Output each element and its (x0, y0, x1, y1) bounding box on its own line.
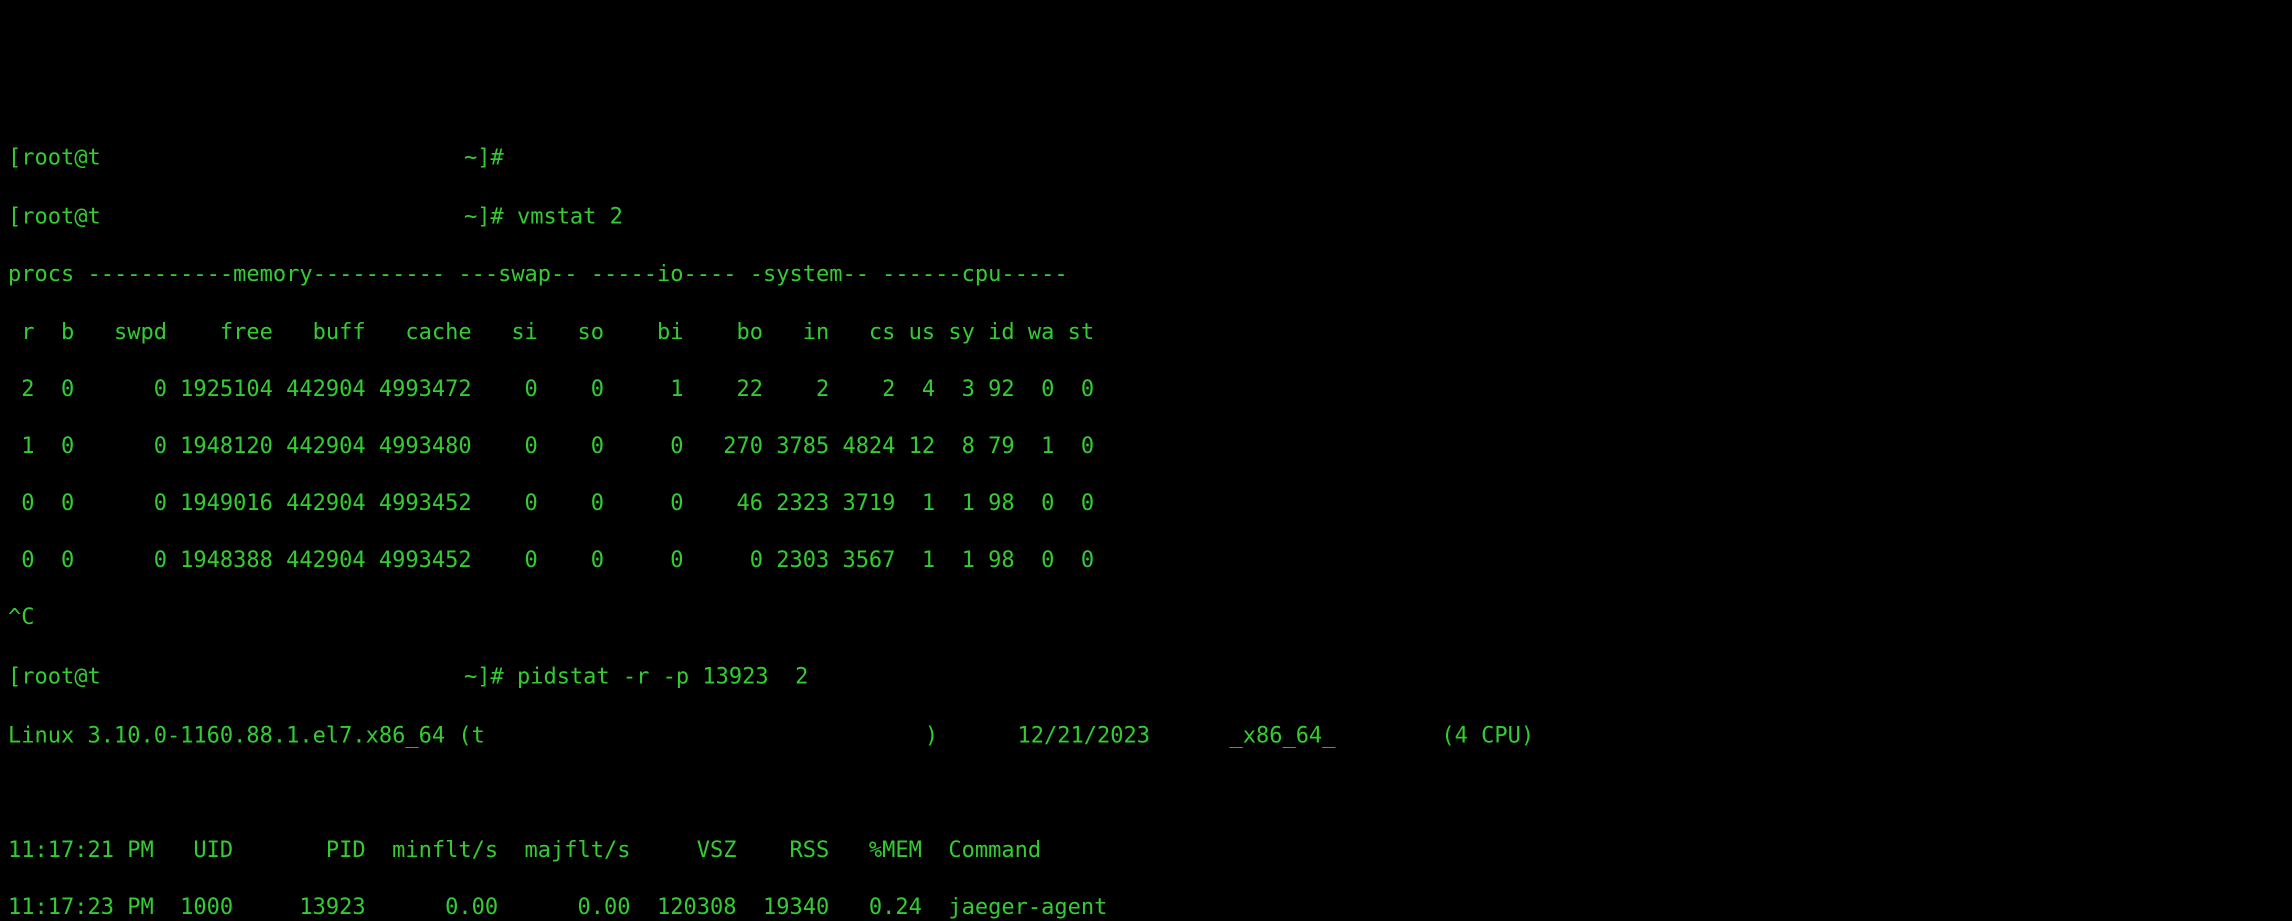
vmstat-row: 0 0 0 1948388 442904 4993452 0 0 0 0 230… (8, 547, 2284, 576)
vmstat-row: 1 0 0 1948120 442904 4993480 0 0 0 270 3… (8, 433, 2284, 462)
previous-prompt-line: [root@t ~]# (8, 143, 2284, 174)
vmstat-row: 2 0 0 1925104 442904 4993472 0 0 1 22 2 … (8, 376, 2284, 405)
ctrl-c-indicator: ^C (8, 604, 2284, 633)
pidstat-header: 11:17:21 PM UID PID minflt/s majflt/s VS… (8, 837, 2284, 866)
kernel-info-suffix: ) 12/21/2023 _x86_64_ (4 CPU) (925, 723, 1534, 748)
command-vmstat: vmstat 2 (517, 204, 623, 229)
vmstat-header-2: r b swpd free buff cache si so bi bo in … (8, 319, 2284, 348)
prompt-user-host-prefix: [root@t (8, 204, 101, 229)
command-line-1: [root@t ~]# vmstat 2 (8, 202, 2284, 233)
prompt-user-host-prefix: [root@t (8, 664, 101, 689)
prompt-suffix: ~]# (451, 204, 517, 229)
command-line-2: [root@t ~]# pidstat -r -p 13923 2 (8, 662, 2284, 693)
command-pidstat: pidstat -r -p 13923 2 (517, 664, 808, 689)
redacted-hostname (101, 662, 451, 693)
vmstat-header-1: procs -----------memory---------- ---swa… (8, 261, 2284, 290)
redacted-hostname (485, 721, 925, 752)
pidstat-kernel-line: Linux 3.10.0-1160.88.1.el7.x86_64 (t ) 12… (8, 721, 2284, 752)
vmstat-row: 0 0 0 1949016 442904 4993452 0 0 0 46 23… (8, 490, 2284, 519)
kernel-info-prefix: Linux 3.10.0-1160.88.1.el7.x86_64 (t (8, 723, 485, 748)
prompt-user-host-prefix: [root@t (8, 145, 101, 170)
prompt-suffix: ~]# (451, 664, 517, 689)
terminal[interactable]: [root@t ~]# [root@t ~]# vmstat 2 procs -… (0, 114, 2292, 921)
redacted-hostname (101, 202, 451, 233)
blank-line (8, 780, 2284, 809)
prompt-suffix: ~]# (451, 145, 504, 170)
redacted-hostname (101, 143, 451, 174)
pidstat-row: 11:17:23 PM 1000 13923 0.00 0.00 120308 … (8, 894, 2284, 921)
